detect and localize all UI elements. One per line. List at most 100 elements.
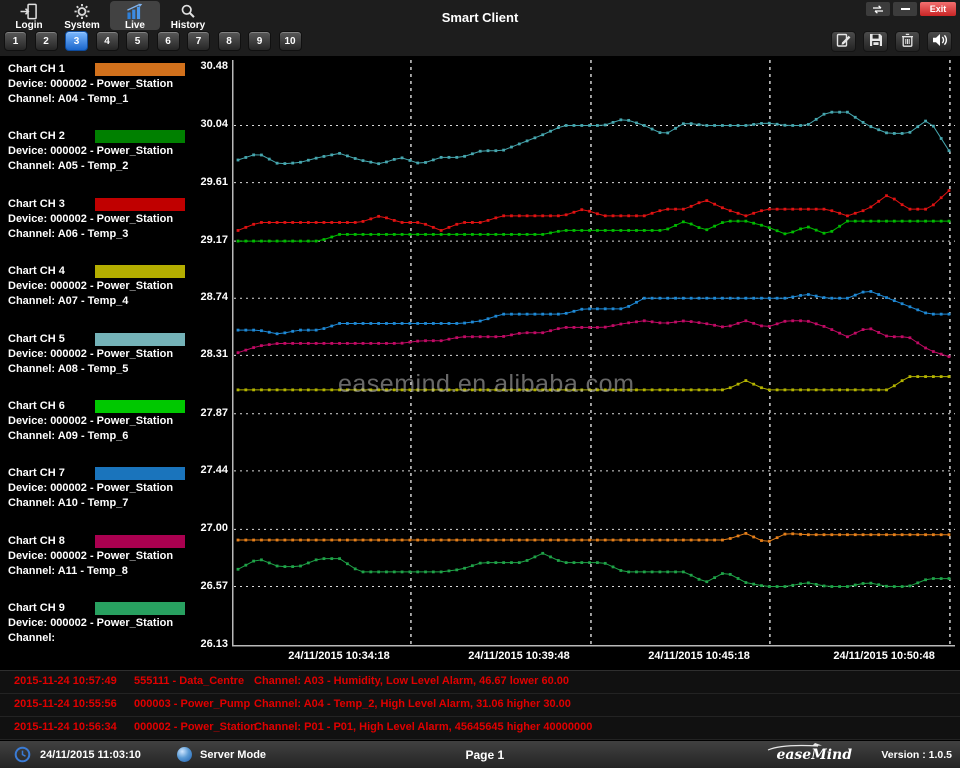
history-search-icon [178,3,198,20]
channel-name: Chart CH 9 [8,602,65,614]
version-label: Version : 1.0.5 [881,749,952,761]
y-tick-label: 28.31 [158,348,228,360]
save-icon [869,33,883,50]
channel-device: Device: 000002 - Power_Station [8,481,230,496]
x-tick-label: 24/11/2015 10:45:18 [648,650,750,662]
page-tab-9[interactable]: 9 [248,31,271,51]
sync-icon [871,5,885,14]
status-datetime: 24/11/2015 11:03:10 [40,749,141,761]
live-chart-icon [124,3,146,20]
page-tab-1[interactable]: 1 [4,31,27,51]
nav-item-live[interactable]: Live [110,1,160,30]
nav-item-history[interactable]: History [163,1,213,30]
channel-name: Chart CH 1 [8,63,65,75]
alarm-time: 2015-11-24 10:57:49 [14,675,117,687]
channel-name: Chart CH 5 [8,333,65,345]
y-tick-label: 30.04 [158,118,228,130]
channel-id: Channel: A04 - Temp_1 [8,92,230,107]
x-tick-label: 24/11/2015 10:50:48 [833,650,935,662]
login-icon [19,3,39,20]
y-tick-label: 26.13 [158,638,228,650]
window-controls: Exit [866,2,956,16]
alarm-list: 2015-11-24 10:57:49 555111 - Data_Centre C… [0,670,960,740]
channel-name: Chart CH 8 [8,535,65,547]
nav-item-login[interactable]: Login [4,1,54,30]
delete-button[interactable] [895,31,920,52]
channel-name-row: Chart CH 5 [8,332,230,347]
alarm-time: 2015-11-24 10:56:34 [14,721,117,733]
server-mode-icon [177,747,192,762]
channel-color-swatch [95,198,185,211]
channel-color-swatch [95,130,185,143]
save-button[interactable] [863,31,888,52]
top-bar: LoginSystemLiveHistory Smart Client Exit… [0,0,960,56]
channel-name-row: Chart CH 4 [8,264,230,279]
brand-swoosh-icon [766,743,826,751]
y-tick-label: 29.61 [158,176,228,188]
channel-device: Device: 000002 - Power_Station [8,549,230,564]
channel-id: Channel: A11 - Temp_8 [8,564,230,579]
page-tab-7[interactable]: 7 [187,31,210,51]
alarm-row[interactable]: 2015-11-24 10:55:56000003 - Power_PumpCh… [0,694,960,717]
chart-page: Chart CH 1 Device: 000002 - Power_Station… [0,56,960,670]
alarm-device: 000002 - Power_Station [134,721,257,733]
status-bar: 24/11/2015 11:03:10 Server Mode Page 1 e… [0,740,960,768]
alarm-message: Channel: A03 - Humidity, Low Level Alarm… [254,675,569,687]
channel-name: Chart CH 3 [8,198,65,210]
alarm-device: 000003 - Power_Pump [134,698,250,710]
channel-device: Device: 000002 - Power_Station [8,144,230,159]
edit-button[interactable] [831,31,856,52]
alarm-row[interactable]: 2015-11-24 10:57:49 555111 - Data_Centre C… [0,671,960,694]
page-indicator: Page 1 [465,748,504,762]
page-tab-2[interactable]: 2 [35,31,58,51]
y-tick-label: 27.00 [158,522,228,534]
minimize-button[interactable] [893,2,917,16]
channel-device: Device: 000002 - Power_Station [8,212,230,227]
channel-color-swatch [95,535,185,548]
channel-name-row: Chart CH 2 [8,129,230,144]
minimize-icon [901,8,910,10]
nav-item-system[interactable]: System [57,1,107,30]
sound-button[interactable] [927,31,952,52]
alarm-device: 555111 - Data_Centre [134,675,244,687]
page-tab-4[interactable]: 4 [96,31,119,51]
y-tick-label: 27.87 [158,407,228,419]
speaker-icon [932,33,948,50]
nav-label-system: System [64,20,100,31]
y-tick-label: 29.17 [158,234,228,246]
app-window: LoginSystemLiveHistory Smart Client Exit… [0,0,960,768]
channel-name-row: Chart CH 9 [8,601,230,616]
page-tab-3[interactable]: 3 [65,31,88,51]
alarm-row[interactable]: 2015-11-24 10:56:34 000002 - Power_Statio… [0,717,960,740]
tab-row: 123456789 10 [4,31,302,51]
channel-name: Chart CH 6 [8,400,65,412]
channel-name: Chart CH 4 [8,265,65,277]
exit-button[interactable]: Exit [920,2,956,16]
clock-icon [14,746,31,766]
page-tab-5[interactable]: 5 [126,31,149,51]
channel-name: Chart CH 7 [8,467,65,479]
channel-color-swatch [95,602,185,615]
channel-item-6[interactable]: Chart CH 6Device: 000002 - Power_Station… [8,399,230,444]
y-tick-label: 26.57 [158,580,228,592]
sync-button[interactable] [866,2,890,16]
nav-label-login: Login [15,20,42,31]
channel-item-8[interactable]: Chart CH 8 Device: 000002 - Power_Station… [8,534,230,579]
channel-id: Channel: A08 - Temp_5 [8,362,230,377]
alarm-message: Channel: P01 - P01, High Level Alarm, 45… [254,721,592,733]
brand-logo: easeMind [776,747,852,763]
channel-name: Chart CH 2 [8,130,65,142]
nav-label-history: History [171,20,205,31]
x-tick-label: 24/11/2015 10:39:48 [468,650,570,662]
channel-id: Channel: A05 - Temp_2 [8,159,230,174]
y-tick-label: 27.44 [158,464,228,476]
channel-device: Device: 000002 - Power_Station [8,616,230,631]
channel-name-row: Chart CH 3 [8,197,230,212]
alarm-message: Channel: A04 - Temp_2, High Level Alarm,… [254,698,571,710]
channel-color-swatch [95,265,185,278]
page-tab-8[interactable]: 8 [218,31,241,51]
page-tab-10[interactable]: 10 [279,31,302,51]
page-tab-6[interactable]: 6 [157,31,180,51]
channel-item-2[interactable]: Chart CH 2 Device: 000002 - Power_Station… [8,129,230,174]
line-chart [232,60,955,650]
